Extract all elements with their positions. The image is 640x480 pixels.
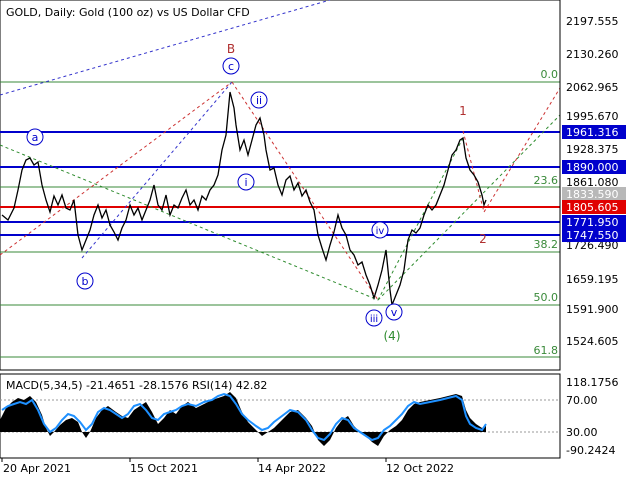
svg-text:118.1756: 118.1756 xyxy=(566,376,619,389)
price-axis: 2197.555 2130.260 2062.965 1995.670 1928… xyxy=(559,0,626,370)
price-panel-frame xyxy=(0,0,561,371)
svg-text:1890.000: 1890.000 xyxy=(566,161,619,174)
svg-text:1524.605: 1524.605 xyxy=(566,335,619,348)
svg-text:1833.590: 1833.590 xyxy=(566,188,619,201)
svg-text:2130.260: 2130.260 xyxy=(566,48,619,61)
svg-text:2062.965: 2062.965 xyxy=(566,81,619,94)
svg-text:12 Oct 2022: 12 Oct 2022 xyxy=(386,462,454,475)
svg-text:14 Apr 2022: 14 Apr 2022 xyxy=(258,462,326,475)
indicator-label: MACD(5,34,5) -21.4651 -28.1576 RSI(14) 4… xyxy=(6,379,267,392)
svg-text:2: 2 xyxy=(479,232,487,246)
svg-text:38.2: 38.2 xyxy=(534,238,559,251)
svg-text:30.00: 30.00 xyxy=(566,426,598,439)
svg-text:i: i xyxy=(244,176,247,189)
svg-text:iv: iv xyxy=(376,226,385,237)
svg-text:c: c xyxy=(228,60,234,73)
svg-text:1805.605: 1805.605 xyxy=(566,201,619,214)
svg-text:61.8: 61.8 xyxy=(534,344,559,357)
svg-text:1771.950: 1771.950 xyxy=(566,216,619,229)
svg-text:50.0: 50.0 xyxy=(534,291,559,304)
chart-title: GOLD, Daily: Gold (100 oz) vs US Dollar … xyxy=(6,6,250,19)
svg-text:ii: ii xyxy=(256,94,262,107)
svg-text:1995.670: 1995.670 xyxy=(566,110,619,123)
svg-text:1928.375: 1928.375 xyxy=(566,143,619,156)
svg-text:1961.316: 1961.316 xyxy=(566,126,619,139)
svg-text:B: B xyxy=(227,42,235,56)
svg-text:-90.2424: -90.2424 xyxy=(566,444,615,457)
svg-text:v: v xyxy=(391,306,398,319)
svg-text:b: b xyxy=(82,275,89,288)
svg-text:1: 1 xyxy=(459,104,467,118)
svg-text:1591.900: 1591.900 xyxy=(566,303,619,316)
svg-text:2197.555: 2197.555 xyxy=(566,15,619,28)
price-panel[interactable]: GOLD, Daily: Gold (100 oz) vs US Dollar … xyxy=(0,0,561,371)
svg-text:(4): (4) xyxy=(384,329,401,343)
chart-window[interactable]: GOLD, Daily: Gold (100 oz) vs US Dollar … xyxy=(0,0,640,480)
svg-text:a: a xyxy=(32,131,39,144)
svg-text:1659.195: 1659.195 xyxy=(566,273,619,286)
svg-text:iii: iii xyxy=(370,314,378,325)
svg-text:20 Apr 2021: 20 Apr 2021 xyxy=(3,462,71,475)
svg-text:1747.550: 1747.550 xyxy=(566,229,619,242)
svg-text:70.00: 70.00 xyxy=(566,394,598,407)
svg-text:0.0: 0.0 xyxy=(541,68,559,81)
svg-text:23.6: 23.6 xyxy=(534,174,559,187)
indicator-panel[interactable]: MACD(5,34,5) -21.4651 -28.1576 RSI(14) 4… xyxy=(0,373,561,459)
svg-text:15 Oct 2021: 15 Oct 2021 xyxy=(130,462,198,475)
